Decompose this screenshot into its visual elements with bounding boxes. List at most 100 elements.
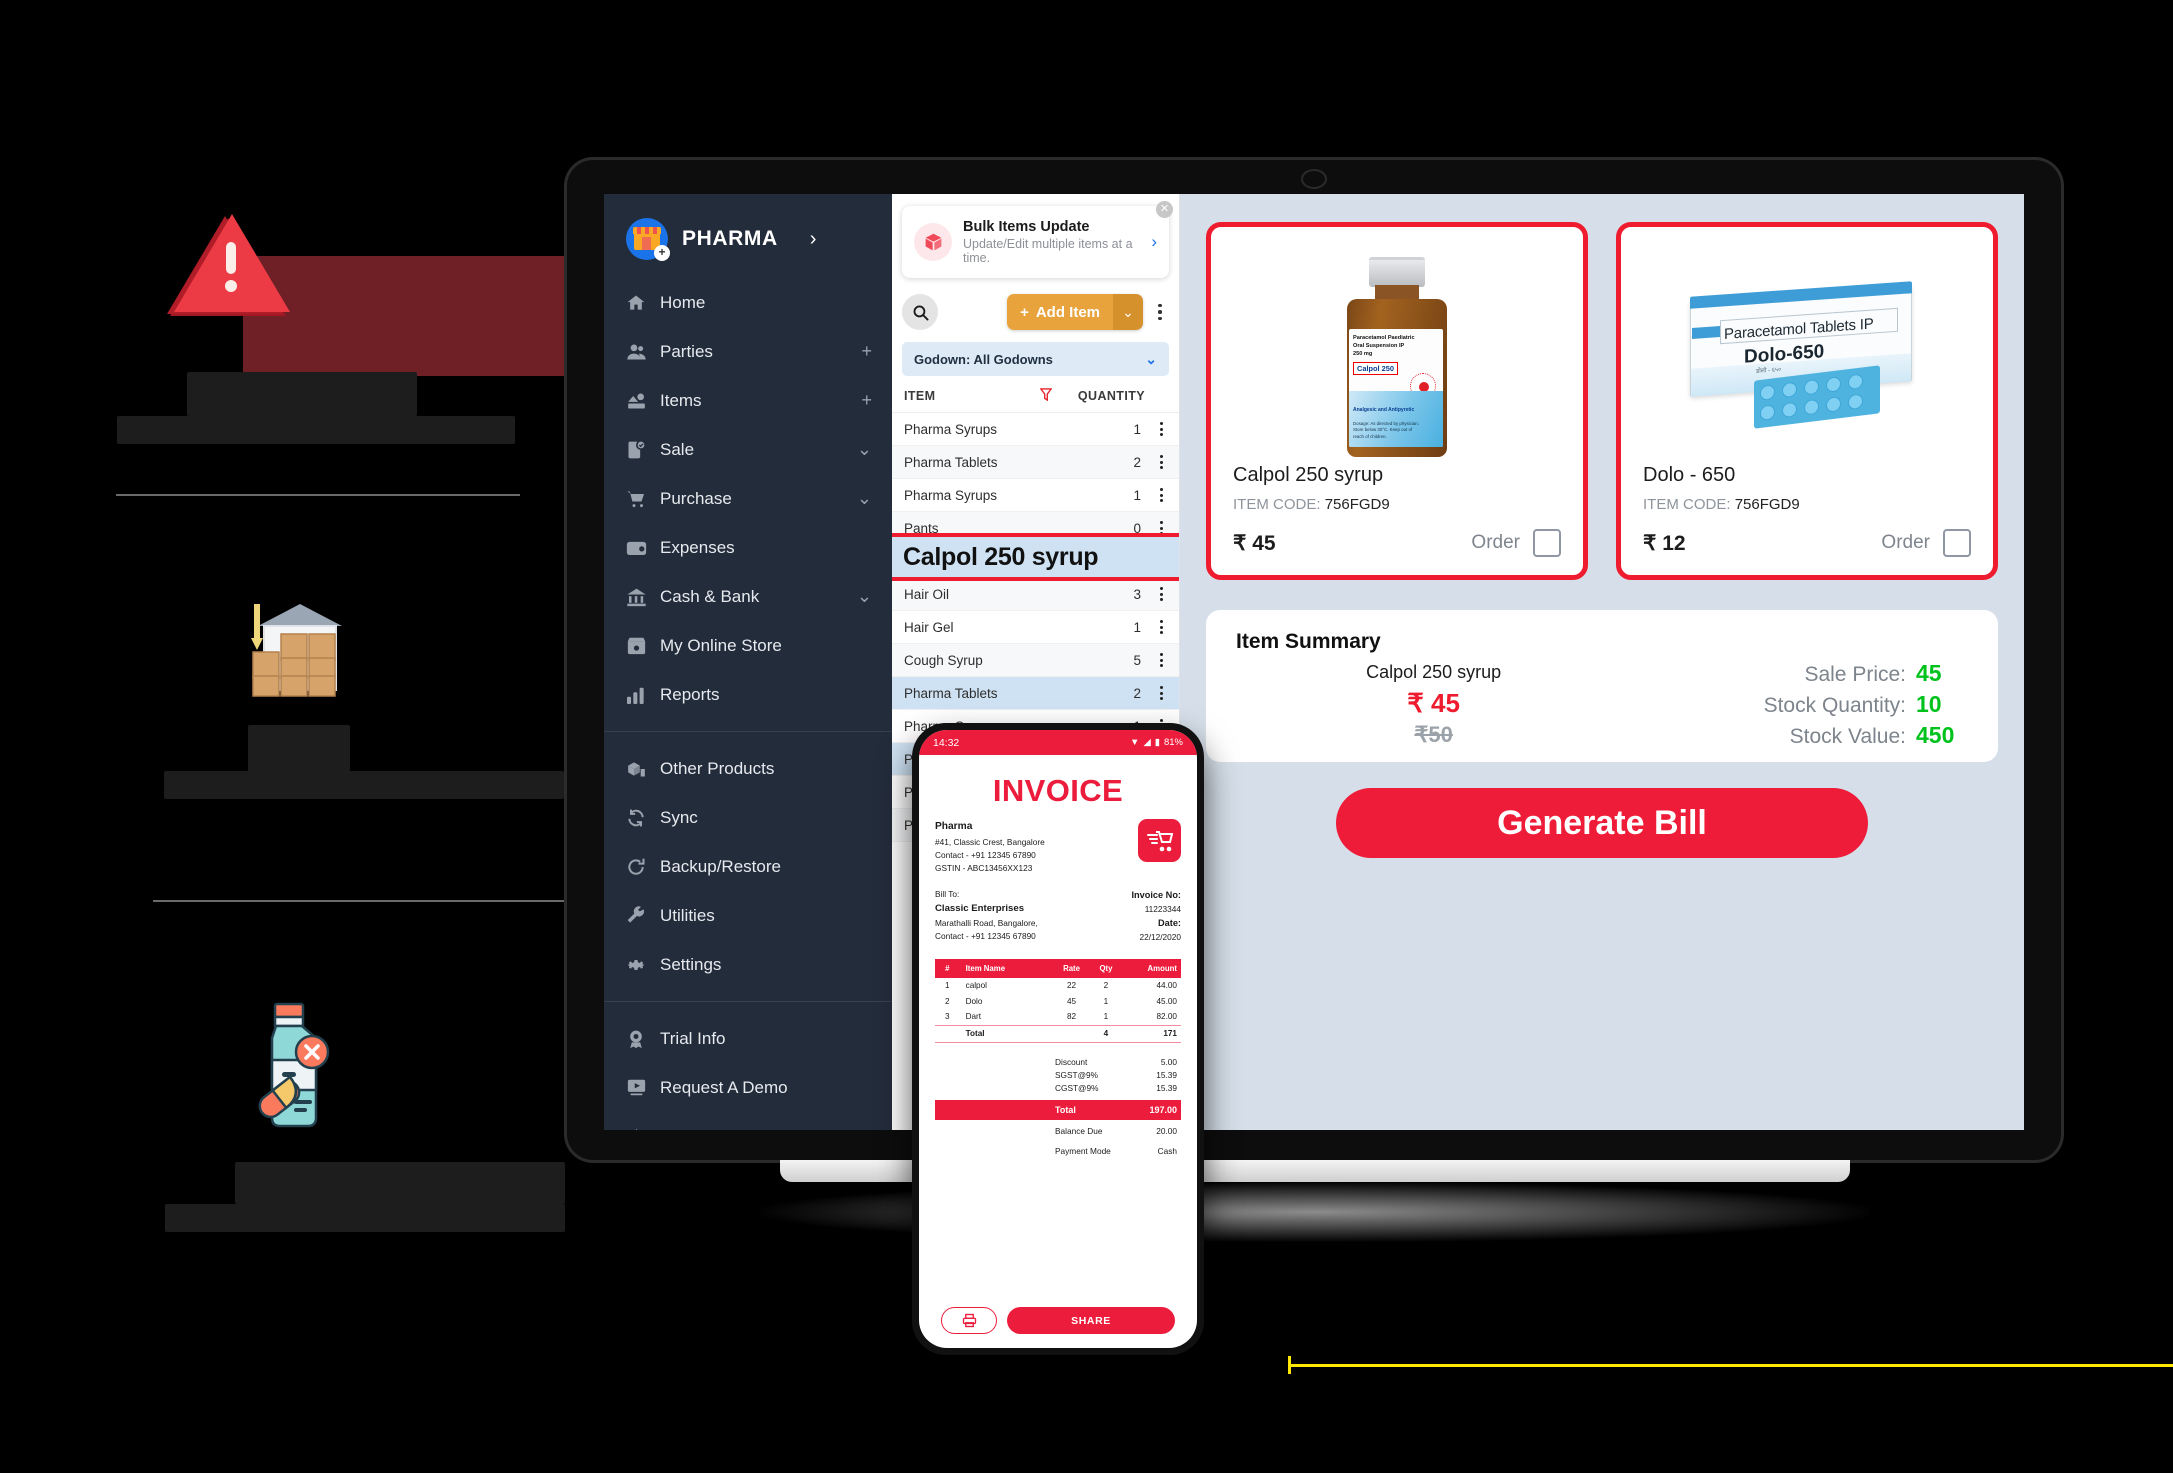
invoice-date-value: 22/12/2020	[1139, 932, 1181, 943]
order-checkbox[interactable]	[1943, 529, 1971, 557]
sidebar-item-trial-info[interactable]: Trial Info	[604, 1014, 892, 1063]
sidebar-item-reports[interactable]: Reports	[604, 670, 892, 719]
generate-bill-button[interactable]: Generate Bill	[1336, 788, 1868, 858]
share-button[interactable]: SHARE	[1007, 1307, 1175, 1334]
bulk-items-update-card[interactable]: Bulk Items Update Update/Edit multiple i…	[902, 201, 1173, 278]
sidebar-item-settings[interactable]: Settings	[604, 940, 892, 989]
summary-stat-stock-quantity: Stock Quantity: 10	[1631, 691, 1968, 718]
sidebar-item-expenses[interactable]: Expenses	[604, 523, 892, 572]
backup-icon	[626, 857, 660, 877]
sidebar-item-backup-restore[interactable]: Backup/Restore	[604, 842, 892, 891]
sidebar-item-parties[interactable]: Parties +	[604, 327, 892, 376]
stat-label: Sale Price:	[1804, 663, 1906, 686]
seller-address: #41, Classic Crest, Bangalore	[935, 836, 1045, 847]
add-party-button[interactable]: +	[861, 341, 872, 362]
table-row[interactable]: Pharma Tablets 2	[892, 446, 1179, 479]
sidebar-item-label: Reports	[660, 684, 720, 704]
sidebar-item-purchase[interactable]: Purchase ⌄	[604, 474, 892, 523]
invoice-seller-block: Pharma #41, Classic Crest, Bangalore Con…	[935, 819, 1181, 876]
product-card-calpol[interactable]: Paracetamol Paediatric Oral Suspension I…	[1206, 222, 1588, 580]
print-button[interactable]	[941, 1307, 997, 1334]
chevron-down-icon[interactable]: ⌄	[857, 586, 872, 607]
row-menu-icon[interactable]	[1153, 422, 1169, 436]
sidebar-item-label: Request A Demo	[660, 1077, 788, 1097]
sidebar-item-items[interactable]: Items +	[604, 376, 892, 425]
table-row[interactable]: Cough Syrup 5	[892, 644, 1179, 677]
wrench-icon	[626, 905, 660, 926]
bar-chart-icon	[626, 686, 660, 704]
godown-selector[interactable]: Godown: All Godowns ⌄	[902, 342, 1169, 376]
sidebar-item-my-online-store[interactable]: My Online Store	[604, 621, 892, 670]
row-menu-icon[interactable]	[1153, 620, 1169, 634]
table-row[interactable]: Pharma Syrups 1	[892, 479, 1179, 512]
table-row[interactable]: Hair Oil 3	[892, 578, 1179, 611]
sidebar-item-share-feedback[interactable]: Share Feedback	[604, 1112, 892, 1130]
filter-icon[interactable]	[1039, 388, 1053, 404]
box-label-line3: डोलो - ६५०	[1756, 366, 1782, 375]
items-toolbar: + Add Item ⌄	[892, 278, 1179, 330]
brand-header[interactable]: + PHARMA ›	[604, 204, 892, 278]
product-item-code: ITEM CODE: 756FGD9	[1233, 496, 1561, 513]
row-menu-icon[interactable]	[1153, 653, 1169, 667]
sidebar-item-sync[interactable]: Sync	[604, 793, 892, 842]
main-content: Paracetamol Paediatric Oral Suspension I…	[1180, 194, 2024, 1130]
close-icon[interactable]: ✕	[1156, 201, 1173, 218]
grand-total-label: Total	[1055, 1104, 1076, 1115]
decor-divider-2	[153, 900, 565, 902]
table-row[interactable]: Hair Gel 1	[892, 611, 1179, 644]
summary-item-name: Calpol 250 syrup	[1366, 662, 1502, 682]
sidebar-item-home[interactable]: Home	[604, 278, 892, 327]
add-item-button[interactable]: + Add Item ⌄	[1007, 294, 1143, 330]
item-code-label: ITEM CODE:	[1643, 496, 1731, 513]
product-card-dolo[interactable]: Paracetamol Tablets IP Dolo-650 डोलो - ६…	[1616, 222, 1998, 580]
search-result-highlight[interactable]: Calpol 250 syrup	[892, 533, 1179, 581]
chevron-right-icon[interactable]: ›	[810, 228, 817, 251]
item-name: Pharma Syrups	[904, 487, 998, 503]
battery-percent: 81%	[1163, 737, 1183, 748]
add-item-label: Add Item	[1035, 303, 1100, 321]
table-row[interactable]: Pharma Syrups 1	[892, 413, 1179, 446]
summary-stat-sale-price: Sale Price: 45	[1631, 660, 1968, 687]
invoice-totals: Discount 5.00 SGST@9% 15.39 CGST@9% 15.3…	[935, 1056, 1181, 1158]
sidebar-item-cash-bank[interactable]: Cash & Bank ⌄	[604, 572, 892, 621]
row-menu-icon[interactable]	[1153, 587, 1169, 601]
row-menu-icon[interactable]	[1153, 455, 1169, 469]
item-name: Cough Syrup	[904, 652, 983, 668]
payment-mode-value: Cash	[1157, 1146, 1177, 1157]
item-code-value: 756FGD9	[1324, 496, 1390, 513]
line-label: Discount	[1055, 1057, 1088, 1068]
phone-frame: 14:32 ▼ ◢ ▮ 81% INVOICE Pharma #41, Clas…	[912, 723, 1204, 1355]
cell-name: Dart	[965, 1012, 982, 1022]
row-menu-icon[interactable]	[1153, 686, 1169, 700]
sidebar-item-request-a-demo[interactable]: Request A Demo	[604, 1063, 892, 1112]
cell-rate: 45	[1066, 996, 1077, 1006]
screenshot-stage: + PHARMA › Home Parties + Items + Sale ⌄…	[0, 0, 2173, 1473]
sidebar-item-other-products[interactable]: Other Products	[604, 744, 892, 793]
stat-label: Stock Quantity:	[1763, 694, 1906, 717]
chevron-down-icon[interactable]: ⌄	[1113, 294, 1143, 330]
add-item-sidebar-button[interactable]: +	[861, 390, 872, 411]
bottle-label-footnote: Dosage: As directed by physician. Store …	[1353, 420, 1419, 439]
seller-gstin: GSTIN - ABC13456XX123	[935, 863, 1033, 874]
chevron-down-icon[interactable]: ⌄	[857, 488, 872, 509]
bank-icon	[626, 587, 660, 607]
table-row[interactable]: Pharma Tablets 2	[892, 677, 1179, 710]
product-item-code: ITEM CODE: 756FGD9	[1643, 496, 1971, 513]
total-line-discount: Discount 5.00	[935, 1056, 1181, 1069]
warning-triangle-icon	[167, 214, 290, 316]
col-rate: Rate	[1053, 958, 1090, 978]
stat-label: Stock Value:	[1789, 725, 1906, 748]
payment-mode-row: Payment Mode Cash	[935, 1145, 1181, 1158]
table-row: 2 Dolo 45 1 45.00	[935, 993, 1181, 1009]
cell-name: calpol	[965, 980, 987, 990]
sidebar-item-label: Trial Info	[660, 1028, 726, 1048]
row-menu-icon[interactable]	[1153, 488, 1169, 502]
order-checkbox[interactable]	[1533, 529, 1561, 557]
more-options-icon[interactable]	[1151, 303, 1169, 321]
search-icon[interactable]	[902, 294, 938, 330]
item-name: Pharma Tablets	[904, 685, 998, 701]
sidebar-item-utilities[interactable]: Utilities	[604, 891, 892, 940]
sidebar-item-sale[interactable]: Sale ⌄	[604, 425, 892, 474]
chevron-down-icon[interactable]: ⌄	[857, 439, 872, 460]
chevron-right-icon[interactable]: ›	[1151, 232, 1157, 252]
